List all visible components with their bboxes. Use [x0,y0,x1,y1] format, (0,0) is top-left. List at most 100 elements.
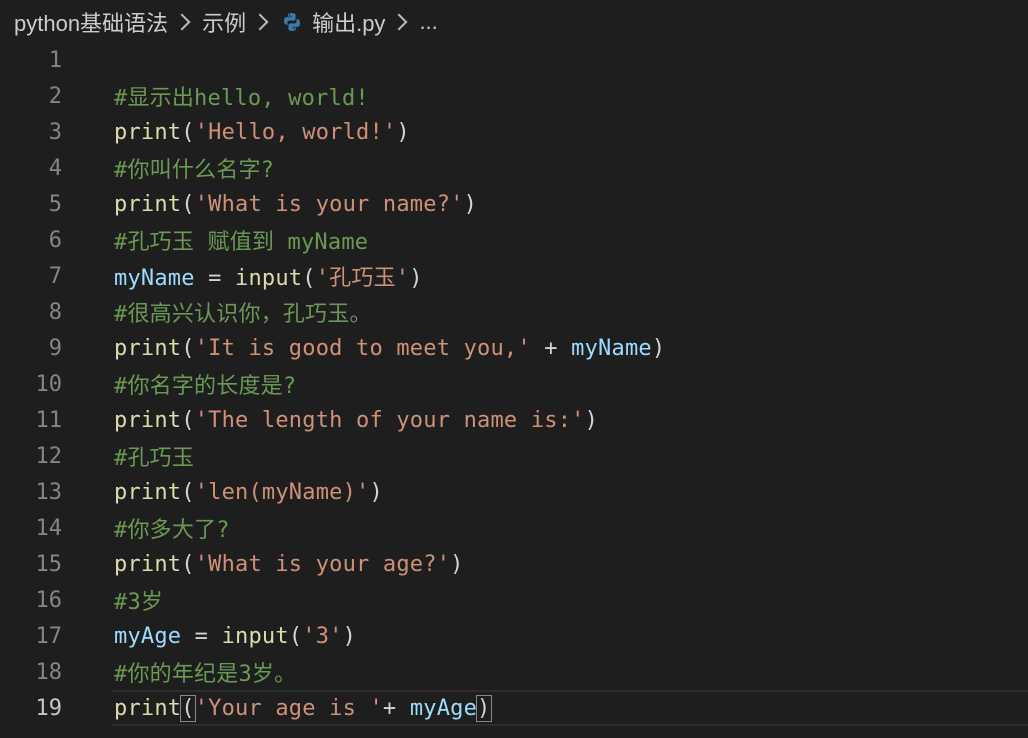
code-text: print('len(myName)') [114,480,383,505]
code-token: ( [302,266,316,291]
code-text: #你的年纪是3岁。 [114,656,296,688]
code-text: #很高兴认识你，孔巧玉。 [114,296,372,328]
code-token: ) [409,266,423,291]
code-token: print [114,695,182,721]
code-line[interactable]: 2 #显示出hello, world! [0,78,1028,114]
line-number: 14 [35,515,63,541]
code-line[interactable]: 8 #很高兴认识你，孔巧玉。 [0,294,1028,330]
code-token: ( [180,694,196,722]
code-token: 'Hello, world!' [194,119,397,145]
line-number: 9 [48,335,62,361]
code-token: input [235,266,303,291]
breadcrumb-subfolder[interactable]: 示例 [202,6,246,38]
code-token: '3' [302,623,343,649]
code-line[interactable]: 1 [0,42,1028,78]
code-token: #显示出hello, world! [114,86,369,111]
code-line[interactable]: 11 print('The length of your name is:') [0,402,1028,438]
code-text: #你多大了? [114,512,230,544]
code-token: #3岁 [114,590,164,615]
code-token: + [382,695,410,721]
code-line[interactable]: 13 print('len(myName)') [0,474,1028,510]
code-token: print [114,119,182,145]
code-token: ( [288,623,303,649]
code-token: ( [181,119,195,145]
code-token: = [194,266,236,291]
code-token: 'What is your age?' [194,551,451,577]
code-token: ) [651,335,666,361]
line-number: 10 [35,371,63,397]
code-line[interactable]: 19 print('Your age is '+ myAge) [0,690,1028,726]
code-token: print [114,335,182,361]
code-token: ( [181,479,195,505]
code-editor[interactable]: 1 2 #显示出hello, world! 3 print('Hello, world!… [0,42,1028,738]
breadcrumb-folder[interactable]: python基础语法 [14,6,168,38]
code-line[interactable]: 6 #孔巧玉 赋值到 myName [0,222,1028,258]
line-number: 12 [35,443,63,469]
line-number: 16 [35,587,63,613]
code-text: myAge = input('3') [114,624,356,649]
code-token: 'The length of your name is:' [194,407,585,433]
code-line[interactable]: 18 #你的年纪是3岁。 [0,654,1028,690]
breadcrumb: python基础语法 示例 输出.py ... [0,0,1028,44]
python-file-icon [284,13,301,31]
code-token: ( [181,551,195,577]
code-line[interactable]: 7 myName = input('孔巧玉') [0,258,1028,294]
chevron-right-icon [251,13,269,31]
code-token: #很高兴认识你，孔巧玉。 [114,302,372,327]
line-number: 13 [35,479,63,505]
code-text: #显示出hello, world! [114,80,369,112]
code-line[interactable]: 9 print('It is good to meet you,' + myNam… [0,330,1028,366]
code-text: #孔巧玉 赋值到 myName [114,224,368,256]
line-number: 18 [35,659,63,685]
code-token: ) [396,119,410,145]
code-token: #你名字的长度是? [114,374,297,399]
code-text: print('Hello, world!') [114,120,410,145]
code-token: print [114,191,182,217]
code-line[interactable]: 10 #你名字的长度是? [0,366,1028,402]
breadcrumb-more[interactable]: ... [419,9,437,35]
code-token: ) [369,479,383,505]
code-line[interactable]: 16 #3岁 [0,582,1028,618]
code-token: ) [342,623,357,649]
code-line[interactable]: 12 #孔巧玉 [0,438,1028,474]
code-token: myAge [409,695,478,721]
code-token: ) [463,191,478,217]
code-line[interactable]: 15 print('What is your age?') [0,546,1028,582]
code-token: 'It is good to meet you,' [194,335,531,361]
code-line[interactable]: 17 myAge = input('3') [0,618,1028,654]
code-line[interactable]: 5 print('What is your name?') [0,186,1028,222]
line-number: 17 [35,623,63,649]
code-token: print [114,551,182,577]
code-token: #孔巧玉 [114,446,195,471]
code-token: #孔巧玉 赋值到 myName [114,230,369,255]
code-token: myAge [114,623,182,649]
code-token: 'What is your name?' [194,191,464,217]
code-token: ( [181,335,195,361]
code-token: 'len(myName)' [194,479,370,505]
code-token: myName [114,266,195,291]
code-token: ) [450,551,464,577]
code-line[interactable]: 4 #你叫什么名字? [0,150,1028,186]
code-token: #你叫什么名字? [114,158,275,183]
code-text: print('Your age is '+ myAge) [114,694,492,722]
code-token: input [221,623,289,649]
breadcrumb-file[interactable]: 输出.py [312,6,385,38]
code-token: ( [181,191,195,217]
code-token: print [114,479,182,505]
line-number: 19 [35,695,63,721]
code-text: #你叫什么名字? [114,152,274,184]
code-token: '孔巧玉' [315,266,410,291]
code-text: myName = input('孔巧玉') [114,260,423,292]
code-line[interactable]: 14 #你多大了? [0,510,1028,546]
code-text: #孔巧玉 [114,440,194,472]
code-token: 'Your age is ' [194,695,383,721]
line-number: 11 [35,407,63,433]
line-number: 4 [48,155,62,181]
code-token: ) [584,407,599,433]
code-line[interactable]: 3 print('Hello, world!') [0,114,1028,150]
code-token: print [114,407,182,433]
chevron-right-icon [173,13,191,31]
code-token: ) [476,694,492,722]
line-number: 2 [48,83,62,109]
code-text: #你名字的长度是? [114,368,296,400]
